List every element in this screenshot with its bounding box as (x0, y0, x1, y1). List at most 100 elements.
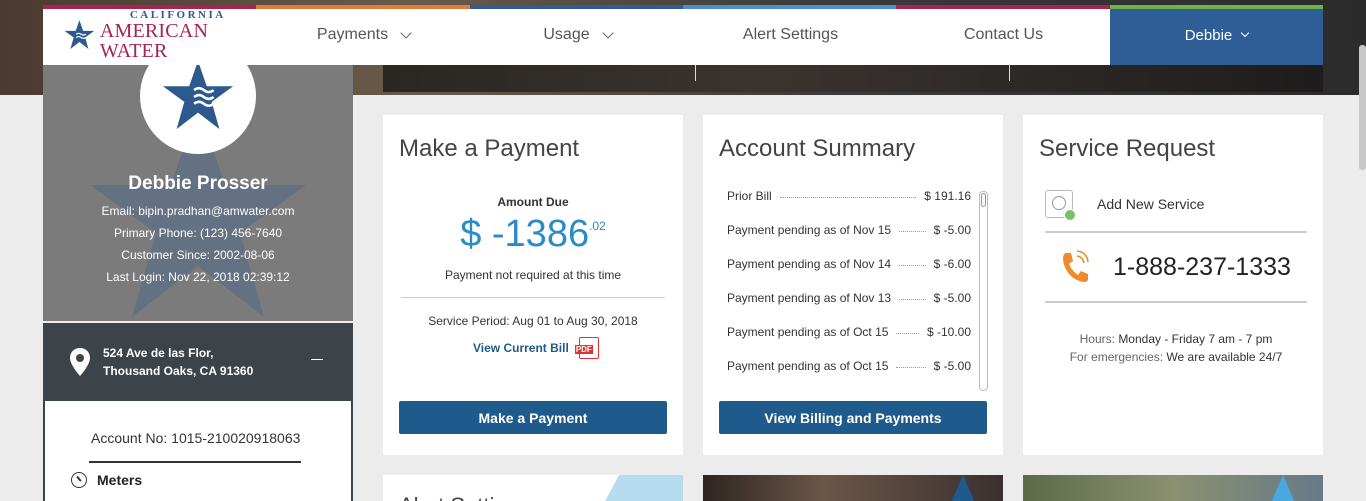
star-logo-icon (64, 20, 95, 49)
account-summary-card: Account Summary Prior Bill $ 191.16 Payme… (703, 115, 1003, 455)
profile-panel: Debbie Prosser Email: bipin.pradhan@amwa… (43, 65, 353, 321)
profile-email: Email: bipin.pradhan@amwater.com (101, 204, 295, 218)
summary-row-value: $ 191.16 (920, 189, 971, 203)
collapse-icon[interactable] (311, 359, 323, 360)
view-current-bill-label: View Current Bill (473, 341, 569, 355)
user-menu[interactable]: Debbie (1110, 5, 1323, 65)
view-current-bill-link[interactable]: View Current Bill PDF (473, 337, 599, 359)
pdf-icon[interactable]: PDF (574, 337, 599, 359)
card-title: Make a Payment (399, 135, 580, 162)
divider (1045, 231, 1307, 233)
profile-customer-since: Customer Since: 2002-08-06 (121, 248, 275, 262)
chevron-down-icon (400, 26, 412, 39)
dot-leader (779, 189, 917, 198)
top-navigation: CALIFORNIA AMERICAN WATER Payments Usage… (43, 5, 1323, 65)
list-item: Payment pending as of Oct 15 $ -5.00 (727, 359, 971, 393)
hero-image-strip (383, 65, 1323, 92)
chevron-down-icon (601, 26, 614, 39)
divider (401, 297, 665, 298)
list-item: Payment pending as of Nov 14 $ -6.00 (727, 257, 971, 291)
profile-last-login: Last Login: Nov 22, 2018 02:39:12 (106, 270, 290, 284)
chevron-down-icon (1241, 28, 1250, 37)
amount-cents: .02 (589, 219, 606, 233)
card-title: Service Request (1039, 135, 1216, 162)
decorative-shape (603, 475, 683, 501)
make-payment-button[interactable]: Make a Payment (399, 401, 667, 434)
divider (1045, 301, 1307, 303)
summary-row-value: $ -5.00 (929, 223, 971, 237)
payment-note: Payment not required at this time (444, 268, 622, 282)
make-payment-card: Make a Payment Amount Due $ -1386.02 Pay… (383, 115, 683, 455)
pdf-icon-label: PDF (574, 345, 593, 354)
summary-scrollbar[interactable] (979, 191, 988, 391)
add-new-service-label: Add New Service (1097, 196, 1205, 212)
summary-row-label: Payment pending as of Nov 15 (727, 223, 896, 237)
profile-name: Debbie Prosser (128, 173, 268, 194)
power-icon (1045, 190, 1076, 221)
list-item: Payment pending as of Nov 13 $ -5.00 (727, 291, 971, 325)
nav-usage-label: Usage (543, 26, 590, 43)
add-new-service-link[interactable]: Add New Service (1045, 190, 1205, 221)
nav-alert-settings-label: Alert Settings (742, 26, 839, 43)
summary-row-label: Prior Bill (727, 189, 776, 203)
dot-leader (899, 223, 926, 232)
nav-usage[interactable]: Usage (471, 5, 684, 65)
summary-row-value: $ -6.00 (929, 257, 971, 271)
amount-due-label: Amount Due (497, 195, 569, 209)
summary-row-value: $ -5.00 (929, 291, 971, 305)
list-item: Payment pending as of Nov 15 $ -5.00 (727, 223, 971, 257)
dot-leader (896, 359, 926, 368)
account-number: Account No: 1015-210020918063 (91, 430, 301, 446)
emergency-label: For emergencies: (1069, 350, 1164, 364)
decorative-shape (951, 475, 975, 501)
color-accent-bar (43, 5, 1323, 9)
divider (89, 461, 301, 463)
summary-row-label: Payment pending as of Oct 15 (727, 325, 893, 339)
emergency-value: We are available 24/7 (1166, 350, 1283, 364)
dot-leader (899, 257, 926, 266)
page-scrollbar[interactable] (1359, 45, 1366, 170)
amount-main: $ -1386 (460, 213, 590, 255)
hours-value: Monday - Friday 7 am - 7 pm (1118, 332, 1273, 346)
service-period: Service Period: Aug 01 to Aug 30, 2018 (428, 314, 638, 328)
address-line1: 524 Ave de las Flor, (103, 346, 214, 360)
phone-icon (1063, 250, 1089, 282)
meters-link[interactable]: Meters (71, 472, 142, 488)
nav-contact-us-label: Contact Us (963, 26, 1044, 43)
account-panel: Account No: 1015-210020918063 Meters (43, 401, 353, 501)
nav-alert-settings[interactable]: Alert Settings (684, 5, 897, 65)
promo-card-2[interactable] (1023, 475, 1323, 501)
list-item: Payment pending as of Oct 15 $ -10.00 (727, 325, 971, 359)
summary-row-label: Payment pending as of Nov 13 (727, 291, 896, 305)
summary-row-label: Payment pending as of Nov 14 (727, 257, 896, 271)
brand-logo[interactable]: CALIFORNIA AMERICAN WATER (43, 5, 256, 65)
hours-label: Hours: (1079, 332, 1115, 346)
nav-payments-label: Payments (316, 26, 389, 43)
meters-label: Meters (97, 472, 143, 488)
user-menu-label: Debbie (1184, 26, 1233, 44)
brand-line2: AMERICAN WATER (99, 19, 209, 62)
location-pin-icon (70, 348, 90, 376)
card-title: Alert Setti (399, 493, 494, 501)
nav-payments[interactable]: Payments (256, 5, 471, 65)
gauge-icon (71, 472, 87, 488)
summary-row-label: Payment pending as of Oct 15 (727, 359, 893, 373)
list-item: Prior Bill $ 191.16 (727, 189, 971, 223)
address-panel[interactable]: 524 Ave de las Flor, Thousand Oaks, CA 9… (43, 323, 353, 401)
phone-number: 1-888-237-1333 (1113, 252, 1291, 281)
address-line2: Thousand Oaks, CA 91360 (103, 364, 254, 378)
phone-number-link[interactable]: 1-888-237-1333 (1059, 250, 1291, 284)
brand-line1: CALIFORNIA (129, 8, 226, 21)
dot-leader (896, 325, 919, 334)
star-logo-icon (162, 65, 234, 130)
scrollbar-thumb[interactable] (981, 193, 986, 207)
promo-card-1[interactable] (703, 475, 1003, 501)
profile-phone: Primary Phone: (123) 456-7640 (113, 226, 283, 240)
view-billing-button[interactable]: View Billing and Payments (719, 401, 987, 434)
nav-contact-us[interactable]: Contact Us (897, 5, 1110, 65)
dot-leader (899, 291, 926, 300)
service-hours: Hours: Monday - Friday 7 am - 7 pm For e… (1023, 330, 1329, 366)
card-title: Account Summary (719, 135, 916, 162)
summary-list: Prior Bill $ 191.16 Payment pending as of… (727, 189, 971, 393)
alert-settings-card[interactable]: Alert Setti (383, 475, 683, 501)
